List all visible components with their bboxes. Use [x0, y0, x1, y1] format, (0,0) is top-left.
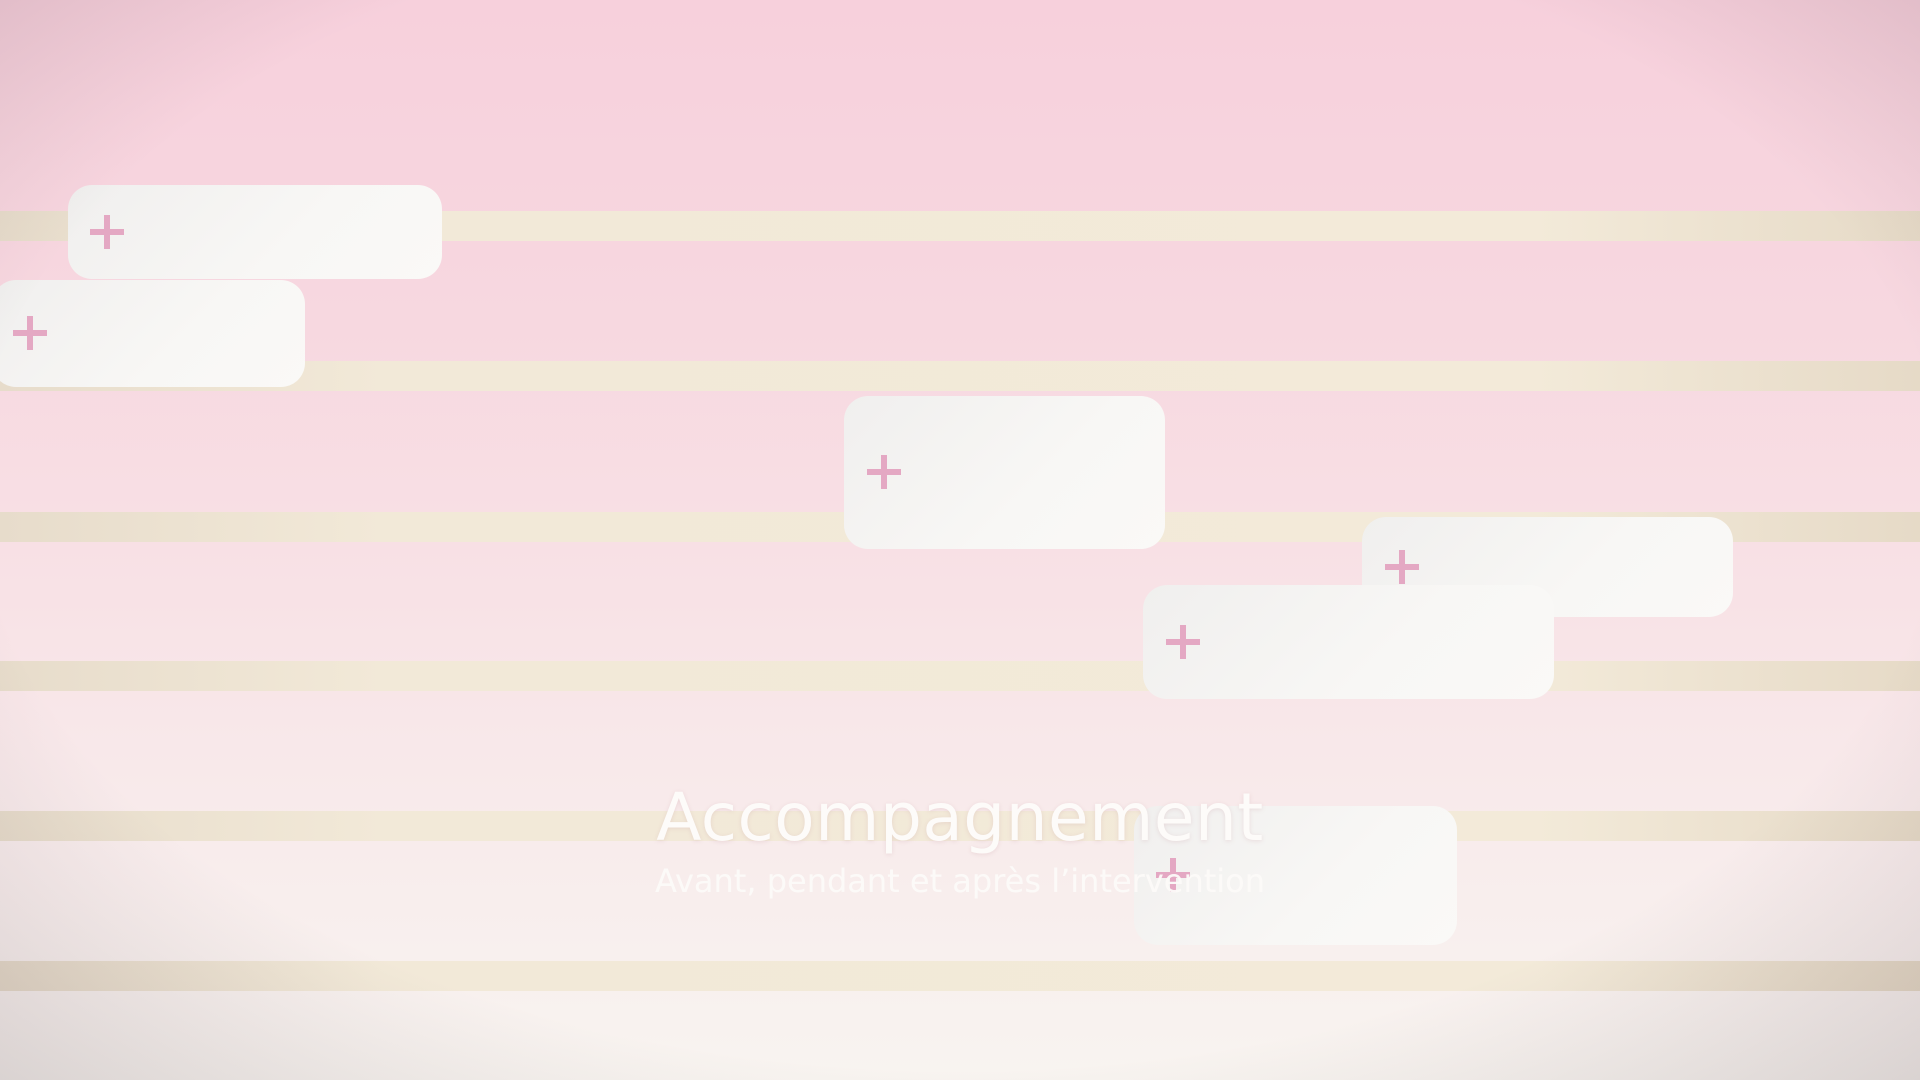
decorative-stripe	[0, 961, 1920, 991]
title-block: Accompagnement Avant, pendant et après l…	[560, 775, 1360, 901]
decorative-stripe	[0, 661, 1920, 691]
plus-icon	[867, 455, 901, 489]
expand-card[interactable]	[844, 396, 1165, 549]
slide-subtitle: Avant, pendant et après l’intervention	[654, 862, 1266, 900]
plus-icon	[13, 316, 47, 350]
expand-card[interactable]	[1143, 585, 1554, 699]
plus-icon	[90, 215, 124, 249]
expand-card[interactable]	[0, 280, 305, 387]
slide-title: Accompagnement	[656, 779, 1264, 856]
plus-icon	[1166, 625, 1200, 659]
expand-card[interactable]	[68, 185, 442, 279]
plus-icon	[1385, 550, 1419, 584]
